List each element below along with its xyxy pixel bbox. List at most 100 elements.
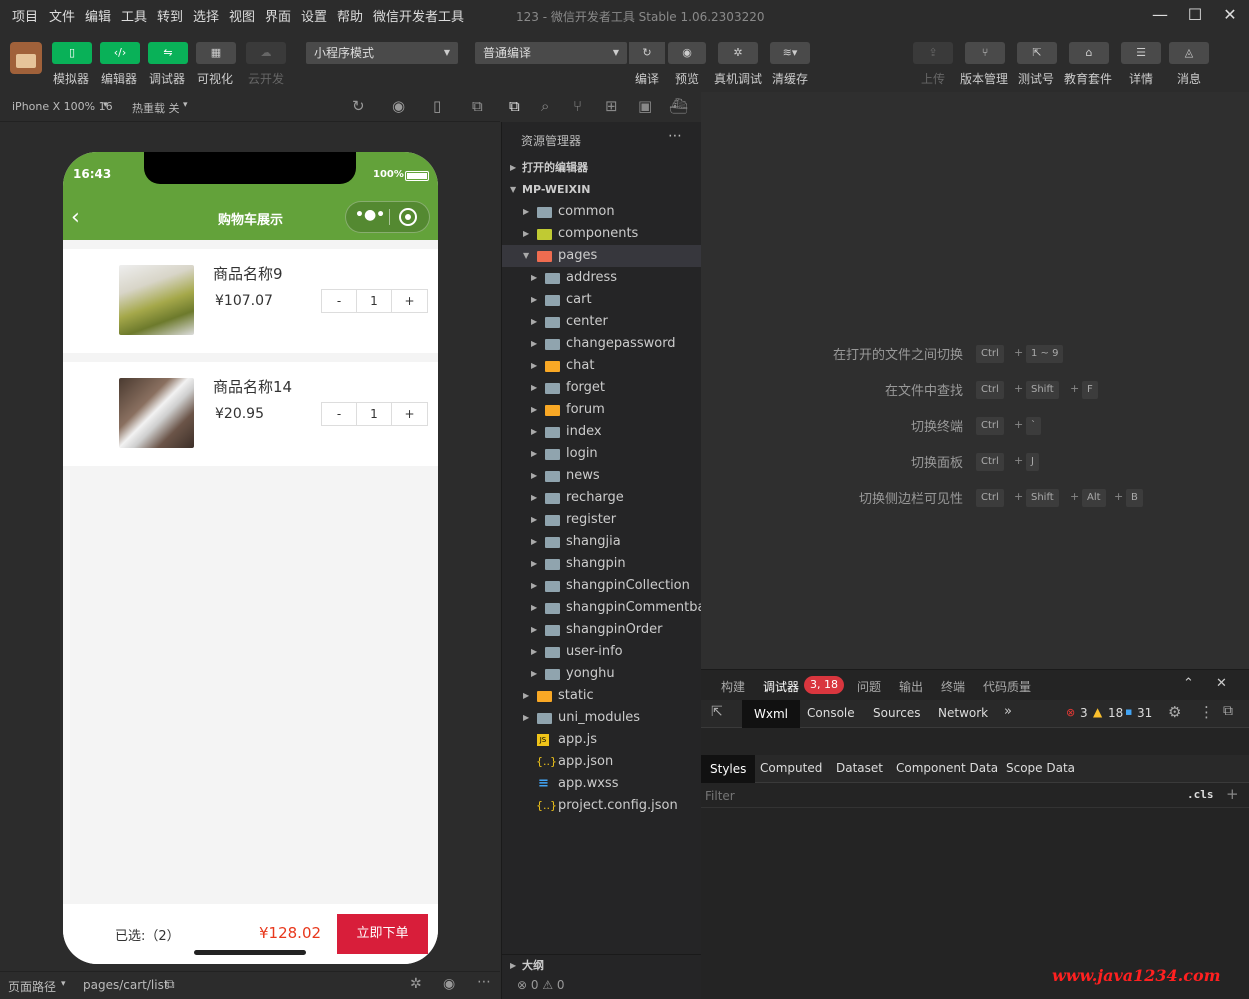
tree-file[interactable]: JS app.js xyxy=(502,729,701,751)
tree-folder[interactable]: ▶ user-info xyxy=(502,641,701,663)
tab-computed[interactable]: Computed xyxy=(760,761,822,775)
tree-file[interactable]: ≡ app.wxss xyxy=(502,773,701,795)
tree-folder[interactable]: ▶ chat xyxy=(502,355,701,377)
menu-interface[interactable]: 界面 xyxy=(265,6,291,25)
upload-button[interactable]: ⇪ xyxy=(913,42,953,64)
tree-folder[interactable]: ▶ forum xyxy=(502,399,701,421)
product-image[interactable] xyxy=(119,378,194,448)
plus-button[interactable]: + xyxy=(392,403,427,425)
menu-devtools[interactable]: 微信开发者工具 xyxy=(373,6,464,25)
menu-edit[interactable]: 编辑 xyxy=(85,6,111,25)
tree-file[interactable]: {..} project.config.json xyxy=(502,795,701,817)
page-path-label[interactable]: 页面路径 xyxy=(8,978,56,995)
preview-button[interactable]: ◉ xyxy=(668,42,706,64)
tree-folder[interactable]: ▶ shangpin xyxy=(502,553,701,575)
tree-folder[interactable]: ▶ uni_modules xyxy=(502,707,701,729)
plus-button[interactable]: + xyxy=(392,290,427,312)
root-section[interactable]: ▼ MP-WEIXIN xyxy=(502,179,701,201)
more-icon[interactable]: ⋯ xyxy=(477,974,491,990)
more-icon[interactable]: ⋯ xyxy=(668,128,682,144)
visual-button[interactable]: ▦ xyxy=(196,42,236,64)
warning-count[interactable]: 18 xyxy=(1108,706,1123,720)
problems-status[interactable]: ⊗ 0 ⚠ 0 xyxy=(517,978,565,992)
info-count[interactable]: 31 xyxy=(1137,706,1152,720)
compile-button[interactable]: ↻ xyxy=(629,42,665,64)
tab-scope-data[interactable]: Scope Data xyxy=(1006,761,1075,775)
tree-folder[interactable]: ▶ components xyxy=(502,223,701,245)
menu-view[interactable]: 视图 xyxy=(229,6,255,25)
close-icon[interactable]: ✕ xyxy=(1216,676,1227,691)
close-mini-program-icon[interactable] xyxy=(399,208,417,226)
tree-folder[interactable]: ▶ login xyxy=(502,443,701,465)
bug-icon[interactable]: ✲ xyxy=(410,976,422,992)
kebab-icon[interactable]: ⋮ xyxy=(1199,703,1214,721)
tree-folder[interactable]: ▶ shangjia xyxy=(502,531,701,553)
save-icon[interactable]: ▣ xyxy=(638,97,652,115)
tree-folder[interactable]: ▶ changepassword xyxy=(502,333,701,355)
branch-icon[interactable]: ⑂ xyxy=(573,97,582,115)
devtab-network[interactable]: Network xyxy=(938,706,988,720)
test-account-button[interactable]: ⇱ xyxy=(1017,42,1057,64)
files-icon[interactable]: ⧉ xyxy=(509,97,520,115)
tree-folder[interactable]: ▶ center xyxy=(502,311,701,333)
maximize-icon[interactable]: ☐ xyxy=(1182,4,1208,26)
tree-folder[interactable]: ▶ shangpinCollection xyxy=(502,575,701,597)
hot-reload-select[interactable]: 热重载 关 xyxy=(132,100,180,116)
tree-folder[interactable]: ▶ address xyxy=(502,267,701,289)
refresh-icon[interactable]: ↻ xyxy=(352,97,365,115)
messages-button[interactable]: ◬ xyxy=(1169,42,1209,64)
error-count[interactable]: 3 xyxy=(1080,706,1088,720)
menu-project[interactable]: 项目 xyxy=(12,6,38,25)
order-button[interactable]: 立即下单 xyxy=(337,914,428,954)
close-icon[interactable]: ✕ xyxy=(1217,4,1243,26)
simulator-button[interactable]: ▯ xyxy=(52,42,92,64)
debugger-button[interactable]: ⇋ xyxy=(148,42,188,64)
tree-folder[interactable]: ▼ pages xyxy=(502,245,701,267)
devtab-console[interactable]: Console xyxy=(807,706,855,720)
details-button[interactable]: ☰ xyxy=(1121,42,1161,64)
menu-tools[interactable]: 工具 xyxy=(121,6,147,25)
tree-folder[interactable]: ▶ common xyxy=(502,201,701,223)
menu-file[interactable]: 文件 xyxy=(49,6,75,25)
tree-folder[interactable]: ▶ static xyxy=(502,685,701,707)
cls-toggle[interactable]: .cls xyxy=(1187,788,1214,801)
tab-problems[interactable]: 问题 xyxy=(857,678,881,695)
inspect-icon[interactable]: ⇱ xyxy=(711,704,723,720)
tree-file[interactable]: {..} app.json xyxy=(502,751,701,773)
real-debug-button[interactable]: ✲ xyxy=(718,42,758,64)
menu-settings[interactable]: 设置 xyxy=(301,6,327,25)
phone-icon[interactable]: ▯ xyxy=(433,97,441,115)
outline-section[interactable]: ▶ 大纲 xyxy=(502,954,701,976)
tab-build[interactable]: 构建 xyxy=(721,678,745,695)
more-icon[interactable]: •●• xyxy=(355,207,385,223)
tree-folder[interactable]: ▶ cart xyxy=(502,289,701,311)
more-tabs-icon[interactable]: » xyxy=(1004,704,1012,719)
tree-folder[interactable]: ▶ recharge xyxy=(502,487,701,509)
stop-icon[interactable]: ◉ xyxy=(392,97,405,115)
gear-icon[interactable]: ⚙ xyxy=(1168,703,1181,721)
menu-select[interactable]: 选择 xyxy=(193,6,219,25)
tab-component-data[interactable]: Component Data xyxy=(896,761,998,775)
dock-icon[interactable]: ⧉ xyxy=(1223,703,1233,719)
filter-input[interactable] xyxy=(705,787,1175,805)
product-image[interactable] xyxy=(119,265,194,335)
tab-dataset[interactable]: Dataset xyxy=(836,761,883,775)
minimize-icon[interactable]: — xyxy=(1147,4,1173,26)
tree-folder[interactable]: ▶ forget xyxy=(502,377,701,399)
search-icon[interactable]: ⌕ xyxy=(541,97,549,115)
editor-button[interactable]: ‹/› xyxy=(100,42,140,64)
device-select[interactable]: iPhone X 100% 16 xyxy=(12,100,113,113)
tab-terminal[interactable]: 终端 xyxy=(941,678,965,695)
mode-select[interactable]: 小程序模式 ▼ xyxy=(306,42,458,64)
tree-folder[interactable]: ▶ news xyxy=(502,465,701,487)
menu-goto[interactable]: 转到 xyxy=(157,6,183,25)
cloud-button[interactable]: ☁ xyxy=(246,42,286,64)
menu-help[interactable]: 帮助 xyxy=(337,6,363,25)
avatar[interactable] xyxy=(10,42,42,74)
minus-button[interactable]: - xyxy=(322,403,357,425)
clear-cache-button[interactable]: ≋▾ xyxy=(770,42,810,64)
plus-icon[interactable]: + xyxy=(1226,785,1239,803)
tree-folder[interactable]: ▶ register xyxy=(502,509,701,531)
tree-folder[interactable]: ▶ yonghu xyxy=(502,663,701,685)
version-button[interactable]: ⑂ xyxy=(965,42,1005,64)
